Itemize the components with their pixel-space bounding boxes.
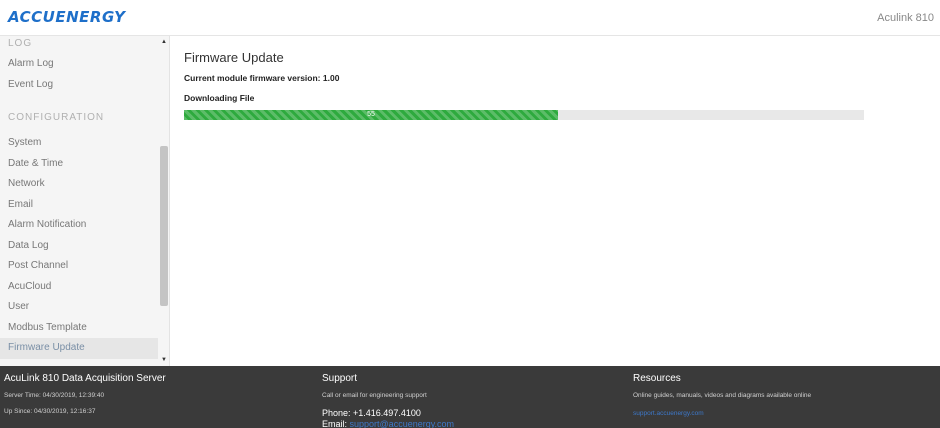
sidebar-scrollbar[interactable]: ▲ ▼ [158,36,169,366]
sidebar-item-alarm-notification[interactable]: Alarm Notification [0,215,158,236]
footer-server-time: Server Time: 04/30/2019, 12:39:40 [4,392,105,399]
footer-email-link[interactable]: support@accuenergy.com [350,419,455,428]
main-content: Firmware Update Current module firmware … [184,36,924,366]
sidebar-item-date-time[interactable]: Date & Time [0,154,158,175]
sidebar-item-user[interactable]: User [0,297,158,318]
footer-resources-link[interactable]: support.accuenergy.com [633,410,704,417]
progress-bar-label: 55 [367,111,375,118]
sidebar-section-log: LOG [8,38,33,49]
device-name: Aculink 810 [877,12,934,24]
scroll-thumb[interactable] [160,146,168,306]
sidebar-section-configuration: CONFIGURATION [8,112,105,123]
footer-support-description: Call or email for engineering support [322,392,427,399]
footer-email-line: Email: support@accuenergy.com [322,419,454,428]
firmware-version-line: Current module firmware version: 1.00 [184,73,339,83]
footer-support-title: Support [322,373,358,384]
footer-resources-description: Online guides, manuals, videos and diagr… [633,392,812,399]
sidebar-item-network[interactable]: Network [0,174,158,195]
accuenergy-logo[interactable]: ACCUENERGY [8,8,126,26]
firmware-version-label: Current module firmware version: [184,73,321,83]
footer: AcuLink 810 Data Acquisition Server Serv… [0,366,940,428]
sidebar-item-event-log[interactable]: Event Log [0,75,158,96]
download-status: Downloading File [184,93,255,103]
sidebar-item-alarm-log[interactable]: Alarm Log [0,54,158,75]
progress-bar: 55 [184,110,864,120]
firmware-version-value: 1.00 [322,73,340,83]
footer-resources-title: Resources [633,373,681,384]
scroll-down-arrow-icon[interactable]: ▼ [158,354,169,366]
sidebar-item-acucloud[interactable]: AcuCloud [0,277,158,298]
sidebar-item-modbus-template[interactable]: Modbus Template [0,318,158,339]
footer-up-since: Up Since: 04/30/2019, 12:16:37 [4,408,96,415]
sidebar-item-post-channel[interactable]: Post Channel [0,256,158,277]
footer-email-label: Email: [322,419,348,428]
header: ACCUENERGY Aculink 810 [0,0,940,36]
page-title: Firmware Update [184,50,284,65]
footer-phone: Phone: +1.416.497.4100 [322,408,421,418]
sidebar-item-firmware-update[interactable]: Firmware Update [0,338,158,359]
sidebar-nav: LOG Alarm Log Event Log CONFIGURATION Sy… [0,36,158,359]
sidebar-item-data-log[interactable]: Data Log [0,236,158,257]
sidebar-item-email[interactable]: Email [0,195,158,216]
sidebar-item-system[interactable]: System [0,133,158,154]
sidebar: LOG Alarm Log Event Log CONFIGURATION Sy… [0,36,170,366]
scroll-up-arrow-icon[interactable]: ▲ [158,36,169,48]
footer-server-title: AcuLink 810 Data Acquisition Server [4,373,166,384]
